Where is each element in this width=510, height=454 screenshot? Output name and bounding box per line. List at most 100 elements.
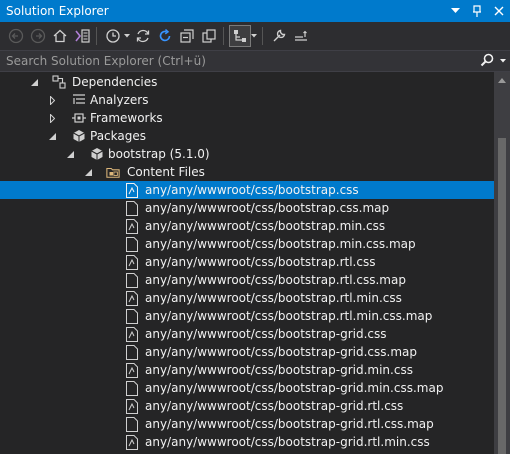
css-file-icon — [125, 254, 139, 270]
toolbar-separator — [223, 27, 224, 45]
collapsed-arrow-icon[interactable] — [47, 91, 57, 109]
css-file-icon — [125, 290, 139, 306]
tree-item-analyzers[interactable]: Analyzers — [0, 91, 494, 109]
file-row[interactable]: any/any/wwwroot/css/bootstrap.rtl.min.cs… — [0, 289, 494, 307]
file-row[interactable]: any/any/wwwroot/css/bootstrap.rtl.css.ma… — [0, 271, 494, 289]
file-icon — [125, 236, 139, 252]
chevron-down-icon[interactable] — [250, 26, 258, 46]
scroll-up-arrow-icon[interactable] — [494, 72, 510, 88]
file-icon — [125, 344, 139, 360]
file-row[interactable]: any/any/wwwroot/css/bootstrap.rtl.css — [0, 253, 494, 271]
file-row[interactable]: any/any/wwwroot/css/bootstrap.min.css.ma… — [0, 235, 494, 253]
switch-views-icon[interactable] — [72, 26, 92, 46]
css-file-icon — [125, 398, 139, 414]
vertical-scrollbar[interactable] — [494, 72, 510, 454]
file-name: any/any/wwwroot/css/bootstrap.css.map — [145, 201, 390, 215]
content-files-folder-icon — [106, 164, 120, 180]
window-title: Solution Explorer — [6, 4, 109, 18]
title-bar: Solution Explorer — [0, 0, 510, 22]
expanded-arrow-icon[interactable] — [29, 73, 39, 91]
expanded-arrow-icon[interactable] — [47, 127, 57, 145]
file-row[interactable]: any/any/wwwroot/css/bootstrap-grid.rtl.c… — [0, 397, 494, 415]
collapsed-arrow-icon[interactable] — [47, 109, 57, 127]
file-name: any/any/wwwroot/css/bootstrap.css — [145, 183, 359, 197]
expanded-arrow-icon[interactable] — [83, 163, 93, 181]
tree-item-content-files[interactable]: Content Files — [0, 163, 494, 181]
file-row[interactable]: any/any/wwwroot/css/bootstrap-grid.min.c… — [0, 361, 494, 379]
solution-tree: Dependencies Analyzers Frameworks Packag… — [0, 72, 494, 454]
chevron-down-icon[interactable] — [123, 26, 131, 46]
collapse-all-icon[interactable] — [177, 26, 197, 46]
toolbar-separator — [96, 27, 97, 45]
file-icon — [125, 416, 139, 432]
css-file-icon — [125, 218, 139, 234]
css-file-icon — [125, 182, 139, 198]
file-row[interactable]: any/any/wwwroot/css/bootstrap-grid.css — [0, 325, 494, 343]
forward-icon[interactable] — [28, 26, 48, 46]
window-controls — [448, 0, 506, 22]
back-icon[interactable] — [6, 26, 26, 46]
file-name: any/any/wwwroot/css/bootstrap-grid.rtl.c… — [145, 417, 434, 431]
file-row[interactable]: any/any/wwwroot/css/bootstrap-grid.css.m… — [0, 343, 494, 361]
file-name: any/any/wwwroot/css/bootstrap.min.css.ma… — [145, 237, 416, 251]
file-row[interactable]: any/any/wwwroot/css/bootstrap-grid.rtl.m… — [0, 433, 494, 451]
file-icon — [125, 308, 139, 324]
file-row[interactable]: any/any/wwwroot/css/bootstrap-grid.rtl.c… — [0, 415, 494, 433]
toolbar — [0, 22, 510, 50]
file-row[interactable]: any/any/wwwroot/css/bootstrap.min.css — [0, 217, 494, 235]
analyzers-icon — [72, 92, 86, 108]
file-name: any/any/wwwroot/css/bootstrap.min.css — [145, 219, 386, 233]
file-row[interactable]: any/any/wwwroot/css/bootstrap.css — [0, 181, 494, 199]
file-row[interactable]: any/any/wwwroot/css/bootstrap-grid.min.c… — [0, 379, 494, 397]
search-input[interactable] — [6, 54, 466, 68]
close-icon[interactable] — [492, 4, 506, 18]
toolbar-separator — [262, 27, 263, 45]
file-name: any/any/wwwroot/css/bootstrap-grid.css.m… — [145, 345, 417, 359]
tree-item-label: Content Files — [127, 165, 205, 179]
frameworks-icon — [72, 110, 86, 126]
file-name: any/any/wwwroot/css/bootstrap.rtl.css — [145, 255, 376, 269]
file-row[interactable]: any/any/wwwroot/css/bootstrap.css.map — [0, 199, 494, 217]
file-name: any/any/wwwroot/css/bootstrap.rtl.min.cs… — [145, 291, 402, 305]
tree-item-label: Analyzers — [90, 93, 149, 107]
file-name: any/any/wwwroot/css/bootstrap-grid.min.c… — [145, 363, 413, 377]
pin-icon[interactable] — [470, 4, 484, 18]
file-name: any/any/wwwroot/css/bootstrap-grid.css — [145, 327, 387, 341]
dependencies-icon — [52, 74, 66, 90]
search-bar — [0, 50, 510, 72]
file-name: any/any/wwwroot/css/bootstrap-grid.rtl.c… — [145, 399, 404, 413]
preview-selected-items-icon[interactable] — [291, 26, 311, 46]
css-file-icon — [125, 362, 139, 378]
file-icon — [125, 380, 139, 396]
file-name: any/any/wwwroot/css/bootstrap-grid.rtl.m… — [145, 435, 430, 449]
refresh-icon[interactable] — [155, 26, 175, 46]
search-options-chevron-icon[interactable] — [500, 53, 506, 70]
scrollbar-thumb[interactable] — [498, 138, 506, 454]
tree-item-label: Frameworks — [90, 111, 163, 125]
show-all-files-icon[interactable] — [199, 26, 219, 46]
packages-icon — [72, 128, 86, 144]
file-name: any/any/wwwroot/css/bootstrap.rtl.min.cs… — [145, 309, 433, 323]
search-icon[interactable] — [480, 53, 494, 70]
tree-item-label: bootstrap (5.1.0) — [108, 147, 210, 161]
dropdown-icon[interactable] — [448, 4, 462, 18]
file-icon — [125, 272, 139, 288]
pending-changes-filter-icon[interactable] — [103, 26, 123, 46]
css-file-icon — [125, 434, 139, 450]
tree-item-label: Packages — [90, 129, 146, 143]
package-icon — [90, 146, 104, 162]
sync-icon[interactable] — [133, 26, 153, 46]
file-name: any/any/wwwroot/css/bootstrap.rtl.css.ma… — [145, 273, 406, 287]
tree-item-packages[interactable]: Packages — [0, 127, 494, 145]
expanded-arrow-icon[interactable] — [65, 145, 75, 163]
properties-wrench-icon[interactable] — [269, 26, 289, 46]
file-row[interactable]: any/any/wwwroot/css/bootstrap.rtl.min.cs… — [0, 307, 494, 325]
sync-with-active-document-icon[interactable] — [229, 25, 251, 47]
file-name: any/any/wwwroot/css/bootstrap-grid.min.c… — [145, 381, 444, 395]
home-icon[interactable] — [50, 26, 70, 46]
file-icon — [125, 200, 139, 216]
tree-item-label: Dependencies — [72, 75, 158, 89]
tree-item-dependencies[interactable]: Dependencies — [0, 73, 494, 91]
tree-item-frameworks[interactable]: Frameworks — [0, 109, 494, 127]
tree-item-bootstrap-package[interactable]: bootstrap (5.1.0) — [0, 145, 494, 163]
